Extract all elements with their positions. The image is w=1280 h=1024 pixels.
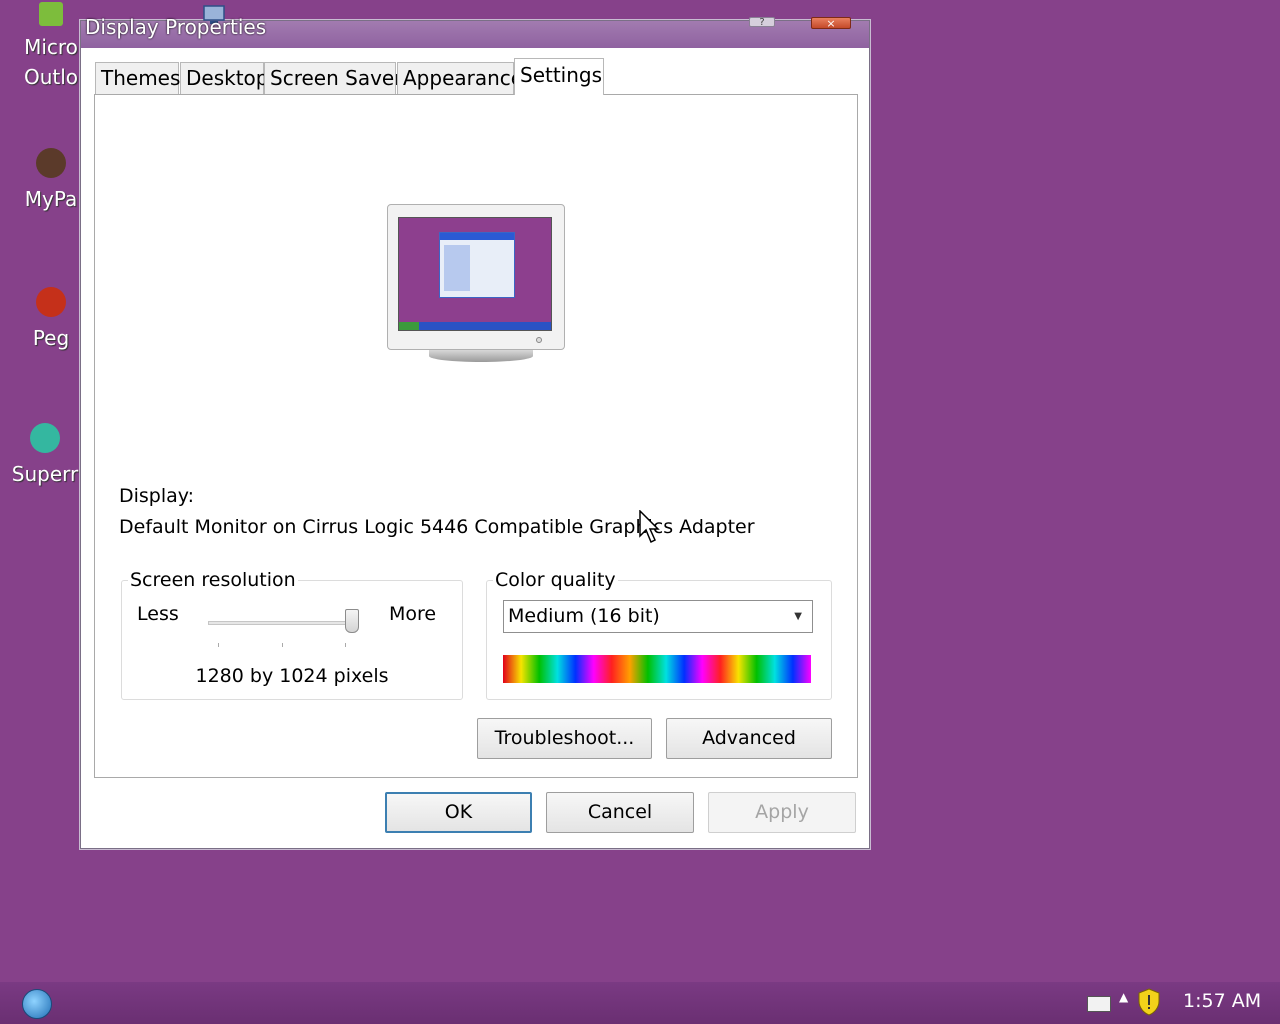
color-quality-group: Color quality Medium (16 bit) ▼: [486, 569, 832, 700]
start-orb-icon[interactable]: [22, 989, 52, 1019]
resolution-slider[interactable]: [208, 621, 356, 625]
color-spectrum-bar: [503, 655, 811, 683]
ok-button[interactable]: OK: [385, 792, 532, 833]
desktop-icon-label: Superr: [11, 462, 79, 486]
color-quality-value: Medium (16 bit): [508, 605, 660, 627]
close-button[interactable]: ×: [811, 17, 851, 29]
resolution-value: 1280 by 1024 pixels: [195, 665, 389, 687]
help-button[interactable]: ?: [749, 17, 775, 28]
slider-tick: [282, 643, 283, 647]
settings-panel: Display: Default Monitor on Cirrus Logic…: [94, 94, 858, 778]
cancel-button[interactable]: Cancel: [546, 792, 694, 833]
mouse-cursor-icon: [639, 510, 660, 544]
slider-tick: [218, 643, 219, 647]
display-label: Display:: [119, 485, 195, 507]
monitor-power-led: [536, 337, 542, 343]
title-bar[interactable]: Display Properties ? ×: [81, 5, 869, 48]
display-properties-dialog: Display Properties ? × Themes Desktop Sc…: [80, 5, 870, 849]
mypa-icon: [36, 148, 66, 178]
resolution-slider-thumb[interactable]: [345, 609, 359, 633]
monitor-preview-icon: [387, 204, 565, 350]
dropdown-arrow-icon: ▼: [794, 611, 802, 622]
advanced-button[interactable]: Advanced: [666, 718, 832, 759]
color-quality-title: Color quality: [493, 569, 618, 591]
taskbar: ▲ 1:57 AM: [0, 982, 1280, 1024]
window-title: Display Properties: [85, 15, 267, 39]
resolution-less-label: Less: [137, 603, 179, 625]
tab-screen-saver[interactable]: Screen Saver: [264, 62, 402, 94]
tab-appearance[interactable]: Appearance: [397, 62, 523, 94]
preview-taskbar: [399, 322, 551, 330]
tab-themes[interactable]: Themes: [95, 62, 180, 94]
outlook-icon: [39, 2, 63, 26]
screen-resolution-group: Screen resolution Less More 1280 by 1024…: [121, 569, 463, 700]
tab-desktop[interactable]: Desktop: [180, 62, 268, 94]
monitor-stand: [429, 350, 533, 362]
chevron-up-icon[interactable]: ▲: [1119, 990, 1128, 1004]
apply-button[interactable]: Apply: [708, 792, 856, 833]
system-clock[interactable]: 1:57 AM: [1183, 990, 1261, 1012]
slider-tick: [345, 643, 346, 647]
security-shield-icon[interactable]: [1138, 988, 1160, 1016]
desktop-icon-superr[interactable]: Superr: [0, 423, 90, 489]
peg-icon: [36, 287, 66, 317]
screen-resolution-title: Screen resolution: [128, 569, 298, 591]
superr-icon: [30, 423, 60, 453]
keyboard-icon[interactable]: [1087, 996, 1111, 1012]
preview-start-button: [399, 322, 419, 330]
monitor-preview-screen: [398, 217, 552, 331]
troubleshoot-button[interactable]: Troubleshoot...: [477, 718, 652, 759]
resolution-more-label: More: [389, 603, 437, 625]
tab-settings[interactable]: Settings: [514, 58, 604, 95]
color-quality-select[interactable]: Medium (16 bit) ▼: [503, 600, 813, 633]
preview-window: [439, 232, 515, 298]
